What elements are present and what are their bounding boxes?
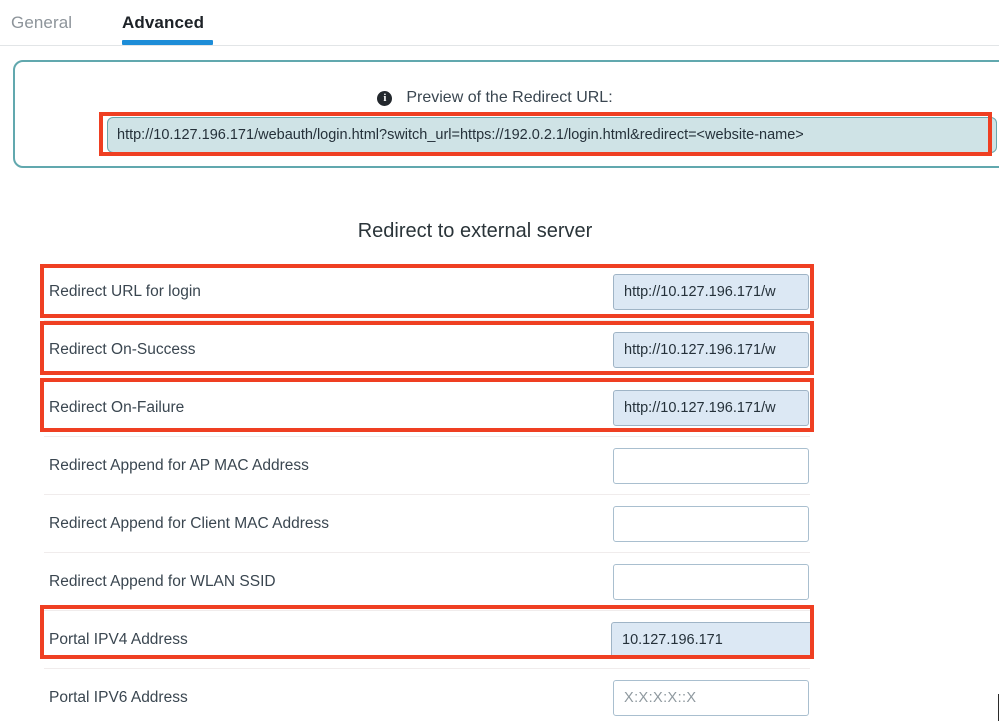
table-row: Redirect Append for AP MAC Address: [44, 437, 810, 495]
field-label-portal-ipv6-address: Portal IPV6 Address: [49, 688, 188, 706]
info-icon: i: [377, 90, 393, 106]
field-input-redirect-append-client-mac[interactable]: [613, 505, 809, 542]
field-label-portal-ipv4-address: Portal IPV4 Address: [49, 630, 188, 648]
redirect-settings-form: Redirect URL for login http://10.127.196…: [44, 263, 814, 726]
tab-general[interactable]: General: [11, 12, 72, 34]
field-label-redirect-append-wlan-ssid: Redirect Append for WLAN SSID: [49, 572, 276, 590]
page-title: Redirect to external server: [357, 220, 593, 242]
field-input-redirect-append-wlan-ssid[interactable]: [613, 563, 809, 600]
redirect-url-preview-panel: i Preview of the Redirect URL: http://10…: [13, 60, 999, 168]
field-input-redirect-on-failure[interactable]: http://10.127.196.171/w: [613, 389, 809, 426]
active-tab-indicator: [122, 40, 213, 45]
table-row: Redirect URL for login http://10.127.196…: [44, 263, 810, 321]
table-row: Redirect Append for Client MAC Address: [44, 495, 810, 553]
field-label-redirect-append-client-mac: Redirect Append for Client MAC Address: [49, 514, 329, 532]
tab-advanced[interactable]: Advanced: [122, 12, 204, 34]
field-input-portal-ipv4-address[interactable]: 10.127.196.171: [611, 621, 814, 658]
field-label-redirect-append-ap-mac: Redirect Append for AP MAC Address: [49, 456, 309, 474]
table-row: Redirect On-Success http://10.127.196.17…: [44, 321, 810, 379]
table-row: Redirect Append for WLAN SSID: [44, 553, 810, 611]
field-input-redirect-url-for-login[interactable]: http://10.127.196.171/w: [613, 273, 809, 310]
field-label-redirect-on-success: Redirect On-Success: [49, 340, 196, 358]
preview-url-input[interactable]: http://10.127.196.171/webauth/login.html…: [107, 117, 997, 153]
field-input-redirect-append-ap-mac[interactable]: [613, 447, 809, 484]
tab-bar: General Advanced: [0, 0, 999, 46]
field-input-redirect-on-success[interactable]: http://10.127.196.171/w: [613, 331, 809, 368]
field-label-redirect-url-for-login: Redirect URL for login: [49, 282, 201, 300]
table-row: Portal IPV4 Address 10.127.196.171: [44, 611, 814, 669]
field-label-redirect-on-failure: Redirect On-Failure: [49, 398, 185, 416]
table-row: Portal IPV6 Address X:X:X:X::X: [44, 669, 810, 726]
preview-label-row: i Preview of the Redirect URL:: [15, 88, 975, 108]
table-row: Redirect On-Failure http://10.127.196.17…: [44, 379, 810, 437]
field-input-portal-ipv6-address[interactable]: X:X:X:X::X: [613, 679, 809, 716]
preview-label: Preview of the Redirect URL:: [406, 89, 613, 106]
